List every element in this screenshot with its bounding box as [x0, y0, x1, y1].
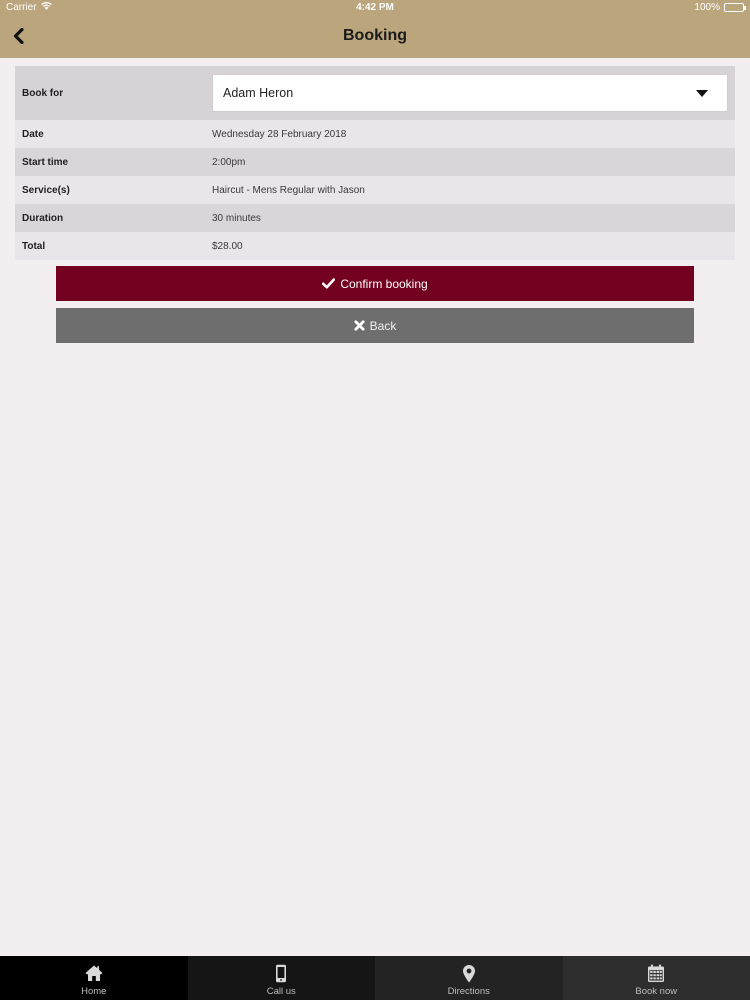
duration-value: 30 minutes: [212, 212, 261, 224]
total-row: Total $28.00: [15, 232, 735, 260]
start-time-row: Start time 2:00pm: [15, 148, 735, 176]
tab-directions-label: Directions: [447, 986, 490, 997]
back-button[interactable]: Back: [56, 308, 694, 343]
confirm-booking-label: Confirm booking: [340, 276, 428, 291]
phone-icon: [275, 963, 287, 983]
tab-call-us-label: Call us: [266, 986, 296, 997]
x-icon: [354, 320, 365, 331]
date-row: Date Wednesday 28 February 2018: [15, 120, 735, 148]
services-value: Haircut - Mens Regular with Jason: [212, 184, 365, 196]
top-bar: Carrier 4:42 PM 100% Booking: [0, 0, 750, 58]
confirm-booking-button[interactable]: Confirm booking: [56, 266, 694, 301]
booking-details: Book for Adam Heron Date Wednesday 28 Fe…: [15, 66, 735, 260]
check-icon: [322, 278, 336, 289]
duration-row: Duration 30 minutes: [15, 204, 735, 232]
tab-home-label: Home: [81, 986, 107, 997]
tab-directions[interactable]: Directions: [375, 956, 563, 1000]
start-time-value: 2:00pm: [212, 156, 246, 168]
tab-book-now-label: Book now: [635, 986, 678, 997]
book-for-row: Book for Adam Heron: [15, 66, 735, 120]
book-for-select[interactable]: Adam Heron: [212, 74, 728, 112]
battery-icon: [724, 3, 746, 12]
status-bar: Carrier 4:42 PM 100%: [0, 0, 750, 16]
duration-label: Duration: [22, 212, 64, 224]
book-for-selected-value: Adam Heron: [223, 86, 294, 100]
tab-call-us[interactable]: Call us: [187, 956, 375, 1000]
home-icon: [84, 963, 104, 983]
calendar-icon: [647, 963, 665, 983]
battery-status: 100%: [694, 2, 746, 13]
tab-book-now[interactable]: Book now: [562, 956, 750, 1000]
map-pin-icon: [462, 963, 476, 983]
back-label: Back: [369, 318, 397, 333]
total-value: $28.00: [212, 240, 243, 252]
caret-down-icon: [696, 90, 708, 97]
battery-percent: 100%: [694, 2, 720, 13]
status-time: 4:42 PM: [356, 2, 394, 13]
services-label: Service(s): [22, 184, 70, 196]
start-time-label: Start time: [22, 156, 69, 168]
date-value: Wednesday 28 February 2018: [212, 128, 347, 140]
book-for-label: Book for: [22, 87, 64, 99]
nav-bar: Booking: [0, 16, 750, 58]
page-title: Booking: [343, 27, 407, 44]
total-label: Total: [22, 240, 46, 252]
services-row: Service(s) Haircut - Mens Regular with J…: [15, 176, 735, 204]
date-label: Date: [22, 128, 44, 140]
tab-home[interactable]: Home: [0, 956, 188, 1000]
bottom-tab-bar: Home Call us Directions Book now: [0, 956, 750, 1000]
